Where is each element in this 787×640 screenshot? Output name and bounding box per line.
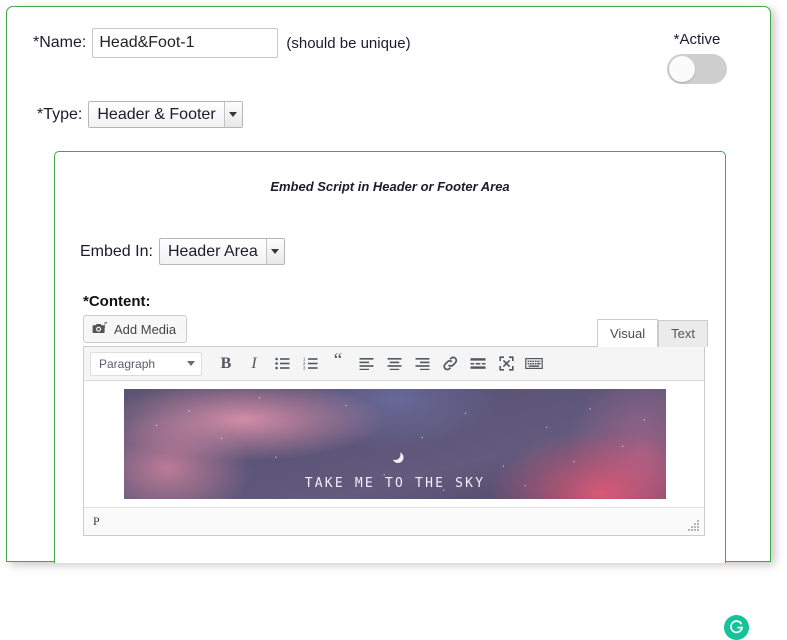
add-media-button[interactable]: Add Media [83,315,188,343]
embed-in-label: Embed In: [80,242,153,260]
editor-mode-tabs: Visual Text [596,319,708,347]
media-camera-music-icon [92,321,108,337]
sky-image-caption: TAKE ME TO THE SKY [304,476,486,491]
active-toggle-block: *Active [652,31,742,89]
blockquote-icon[interactable]: “ [324,351,352,377]
settings-panel: *Name: (should be unique) *Active *Type:… [6,6,771,640]
resize-grip-icon[interactable] [686,518,699,531]
name-hint-text: (should be unique) [286,34,411,52]
bold-icon[interactable]: B [212,351,240,377]
embedded-sky-image[interactable]: TAKE ME TO THE SKY [124,389,666,499]
type-field-row: *Type: Header & Footer [37,101,243,128]
type-label: *Type: [37,105,83,123]
insert-link-icon[interactable] [436,351,464,377]
editor-status-bar: P [84,507,704,535]
add-media-label: Add Media [114,321,177,337]
format-select-value: Paragraph [99,356,156,371]
svg-text:3: 3 [303,366,306,370]
panel-title: Embed Script in Header or Footer Area [270,179,510,194]
embed-in-row: Embed In: Header Area [80,238,285,265]
align-left-icon[interactable] [352,351,380,377]
format-select[interactable]: Paragraph [90,351,202,376]
fullscreen-icon[interactable] [492,351,520,377]
bulleted-list-icon[interactable] [268,351,296,377]
chevron-down-icon [187,361,195,366]
toggle-knob [669,56,695,82]
name-field-row: *Name: (should be unique) [33,28,411,58]
element-path-indicator: P [93,514,100,528]
chevron-down-icon [223,102,242,127]
active-toggle-switch[interactable] [667,54,727,84]
numbered-list-icon[interactable]: 1 2 3 [296,351,324,377]
name-input[interactable] [92,28,279,58]
content-label: *Content: [83,293,151,310]
chevron-down-icon [265,239,284,264]
crescent-moon-icon [390,449,401,460]
keyboard-shortcuts-icon[interactable] [520,351,548,377]
grammarly-badge-icon[interactable] [724,615,749,640]
read-more-icon[interactable] [464,351,492,377]
active-label: *Active [673,31,721,48]
tab-visual[interactable]: Visual [596,319,659,347]
rich-text-editor: Paragraph B I 1 2 3 “ TAKE ME TO THE SKY… [83,346,705,536]
type-select[interactable]: Header & Footer [88,101,243,128]
type-select-value: Header & Footer [97,106,216,123]
editor-toolbar: Paragraph B I 1 2 3 “ [84,347,704,381]
embed-in-select[interactable]: Header Area [158,238,285,265]
italic-icon[interactable]: I [240,351,268,377]
name-label: *Name: [33,34,87,51]
tab-text[interactable]: Text [658,320,708,347]
embed-script-panel: Embed Script in Header or Footer Area Em… [54,151,749,640]
align-right-icon[interactable] [408,351,436,377]
editor-content-area[interactable]: TAKE ME TO THE SKY [84,381,704,507]
align-center-icon[interactable] [380,351,408,377]
